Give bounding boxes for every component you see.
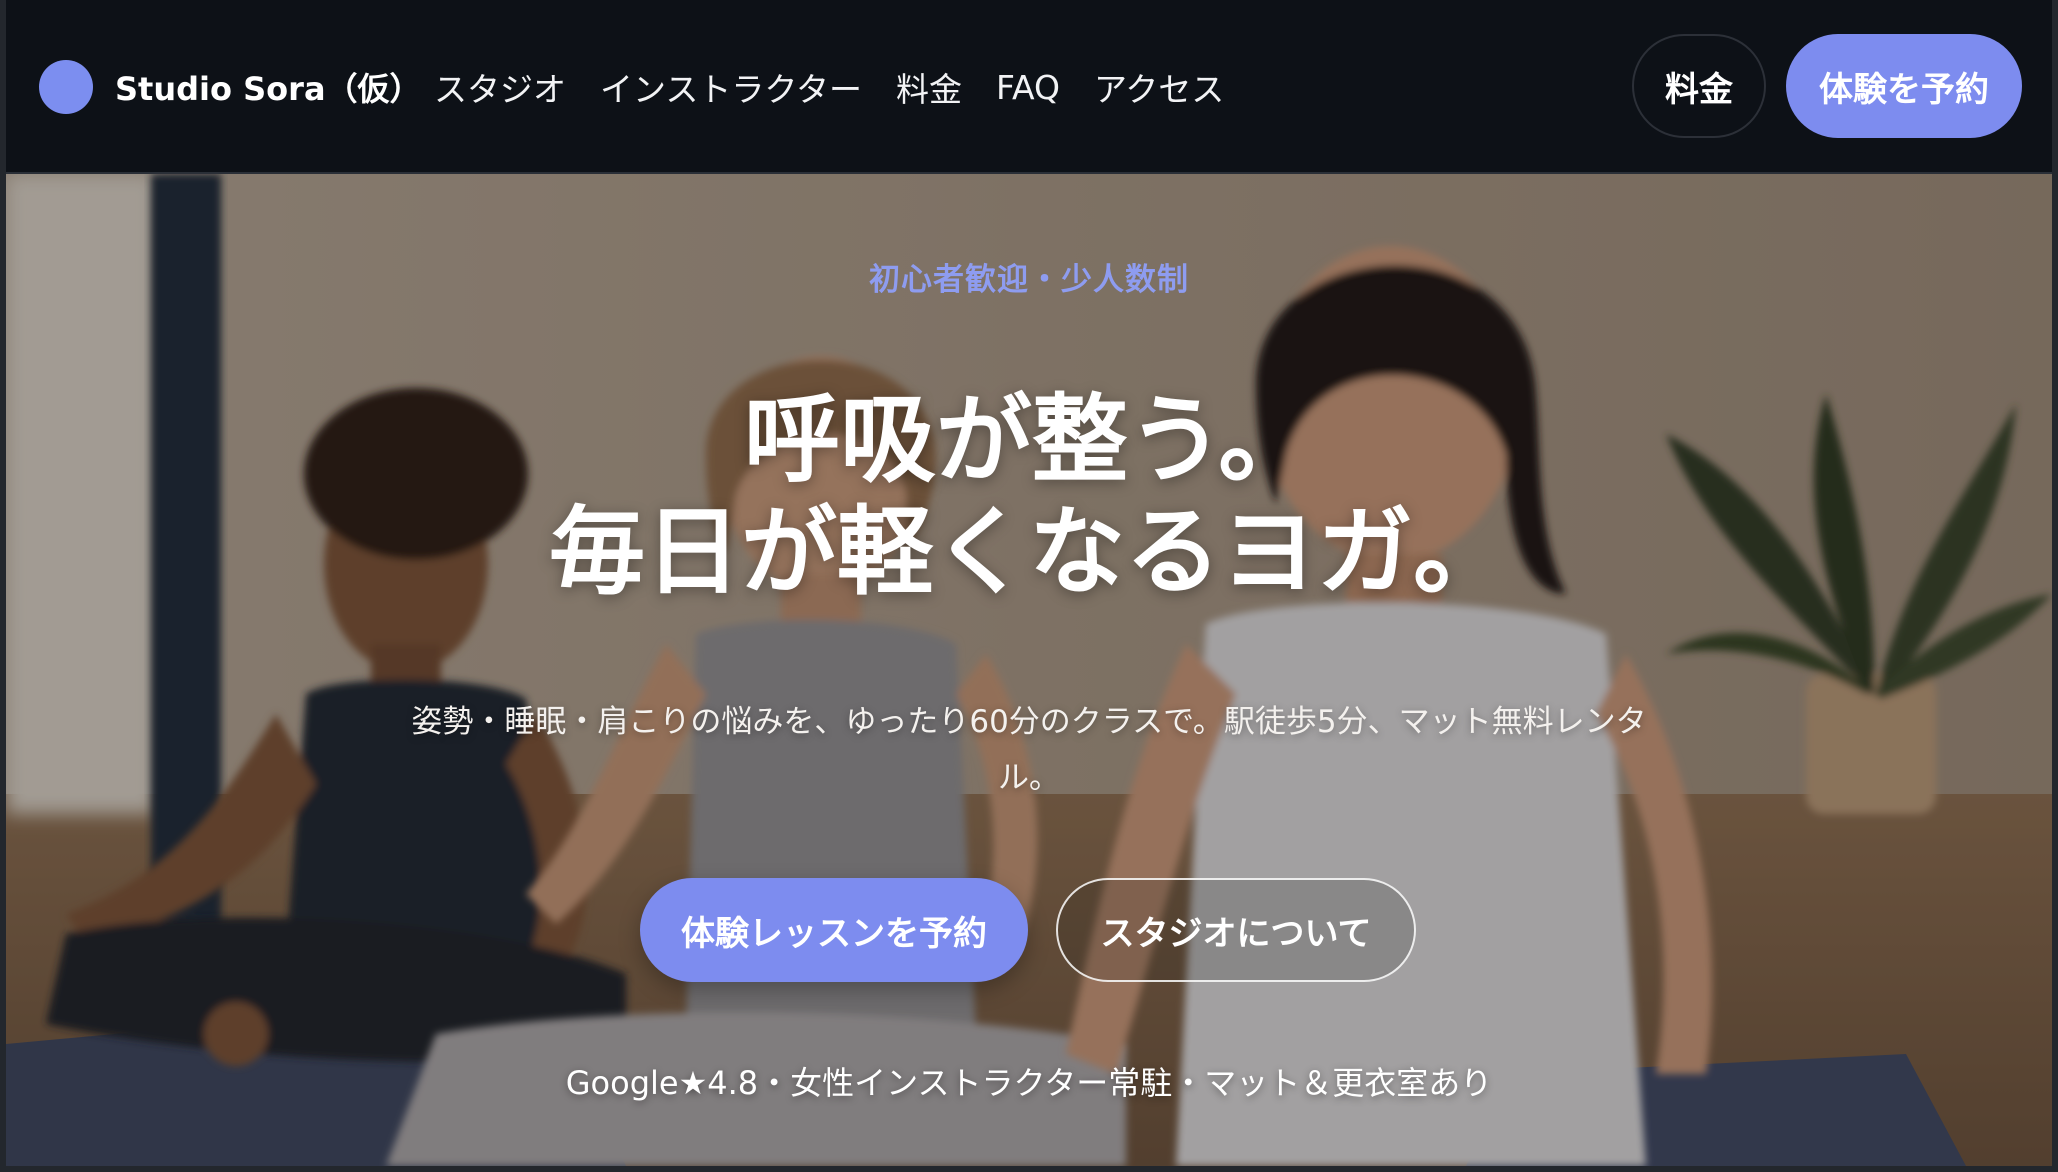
pricing-button[interactable]: 料金	[1632, 34, 1766, 138]
nav-item-instructors[interactable]: インストラクター	[600, 63, 862, 111]
browser-viewport: Studio Sora（仮） スタジオ インストラクター 料金 FAQ アクセス…	[6, 0, 2052, 1166]
hero-section: 初心者歓迎・少人数制 呼吸が整う。 毎日が軽くなるヨガ。 姿勢・睡眠・肩こりの悩…	[6, 174, 2052, 1166]
book-trial-button[interactable]: 体験を予約	[1786, 34, 2022, 138]
hero-lead-text: 姿勢・睡眠・肩こりの悩みを、ゆったり60分のクラスで。駅徒歩5分、マット無料レン…	[411, 704, 1647, 796]
hero-kicker: 初心者歓迎・少人数制	[869, 262, 1189, 298]
nav-item-faq[interactable]: FAQ	[996, 68, 1060, 107]
headline-line-2: 毎日が軽くなるヨガ。	[549, 496, 1509, 608]
headline-line-1: 呼吸が整う。	[743, 384, 1315, 496]
nav-item-pricing[interactable]: 料金	[896, 63, 962, 111]
main-nav: スタジオ インストラクター 料金 FAQ アクセス	[434, 62, 1258, 112]
hero-headline: 呼吸が整う。 毎日が軽くなるヨガ。	[6, 384, 2052, 608]
nav-item-studio[interactable]: スタジオ	[434, 63, 566, 111]
hero-dim-overlay	[6, 174, 2052, 1166]
trust-badges: Google★4.8・女性インストラクター常駐・マット＆更衣室あり	[565, 1064, 1493, 1102]
circle-logo-icon	[39, 60, 93, 114]
book-trial-lesson-button[interactable]: 体験レッスンを予約	[640, 878, 1028, 982]
brand[interactable]: Studio Sora（仮）	[39, 60, 422, 114]
brand-name: Studio Sora（仮）	[115, 70, 422, 108]
about-studio-button[interactable]: スタジオについて	[1056, 878, 1416, 982]
nav-item-access[interactable]: アクセス	[1094, 63, 1224, 111]
site-header: Studio Sora（仮） スタジオ インストラクター 料金 FAQ アクセス…	[6, 0, 2052, 174]
